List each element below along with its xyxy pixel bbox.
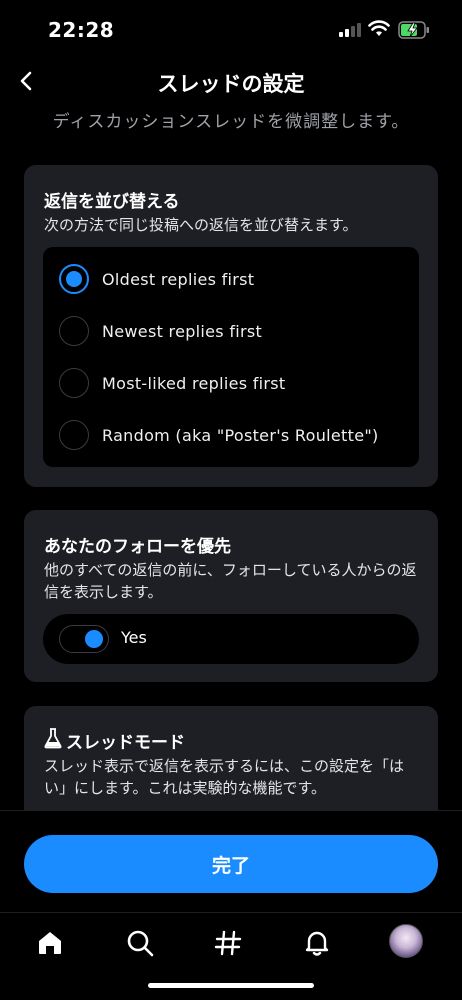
prioritize-follows-toggle[interactable]: [59, 625, 109, 653]
sort-option-most-liked[interactable]: Most-liked replies first: [43, 357, 419, 409]
toggle-label: Yes: [121, 628, 147, 647]
done-button[interactable]: 完了: [24, 835, 438, 893]
sort-replies-card: 返信を並び替える 次の方法で同じ投稿への返信を並び替えます。 Oldest re…: [24, 165, 438, 487]
radio-button[interactable]: [59, 420, 89, 450]
radio-button[interactable]: [59, 368, 89, 398]
hashtag-icon: [214, 930, 242, 956]
thread-mode-description: スレッド表示で返信を表示するには、この設定を「はい」にします。これは実験的な機能…: [44, 757, 405, 797]
avatar[interactable]: [389, 924, 423, 958]
sort-option-oldest[interactable]: Oldest replies first: [43, 253, 419, 305]
tab-home[interactable]: [30, 925, 70, 961]
battery-charging-icon: [398, 21, 429, 39]
sort-option-label: Oldest replies first: [102, 269, 255, 289]
sort-options-list: Oldest replies first Newest replies firs…: [43, 247, 419, 467]
prioritize-follows-toggle-row[interactable]: Yes: [43, 614, 419, 664]
status-time: 22:28: [48, 18, 115, 42]
sort-replies-title: 返信を並び替える: [44, 192, 180, 212]
wifi-icon: [368, 20, 390, 36]
home-indicator: [148, 983, 314, 988]
sort-option-newest[interactable]: Newest replies first: [43, 305, 419, 357]
sort-option-random[interactable]: Random (aka "Poster's Roulette"): [43, 409, 419, 461]
radio-button[interactable]: [59, 316, 89, 346]
page-title: スレッドの設定: [157, 72, 305, 96]
navigation-header: スレッドの設定: [0, 60, 462, 104]
sort-replies-description: 次の方法で同じ投稿への返信を並び替えます。: [44, 216, 358, 234]
bell-icon: [305, 931, 329, 956]
sort-option-label: Random (aka "Poster's Roulette"): [102, 425, 379, 445]
tab-notifications[interactable]: [297, 925, 337, 961]
status-bar: 22:28: [0, 0, 462, 60]
tab-feeds[interactable]: [208, 925, 248, 961]
tab-search[interactable]: [120, 925, 160, 961]
prioritize-follows-description: 他のすべての返信の前に、フォローしている人からの返信を表示します。: [44, 561, 417, 601]
prioritize-follows-title: あなたのフォローを優先: [44, 537, 231, 557]
footer: 完了: [0, 810, 462, 912]
sort-option-label: Newest replies first: [102, 321, 263, 341]
cellular-signal-icon: [339, 23, 361, 37]
home-icon: [39, 932, 61, 954]
prioritize-follows-card: あなたのフォローを優先 他のすべての返信の前に、フォローしている人からの返信を表…: [24, 510, 438, 682]
page-subtitle: ディスカッションスレッドを微調整します。: [52, 112, 410, 132]
sort-option-label: Most-liked replies first: [102, 373, 286, 393]
radio-button[interactable]: [59, 264, 89, 294]
flask-icon: [44, 728, 62, 749]
thread-mode-title: スレッドモード: [66, 733, 185, 753]
search-icon: [127, 930, 154, 957]
toggle-knob: [85, 630, 103, 648]
